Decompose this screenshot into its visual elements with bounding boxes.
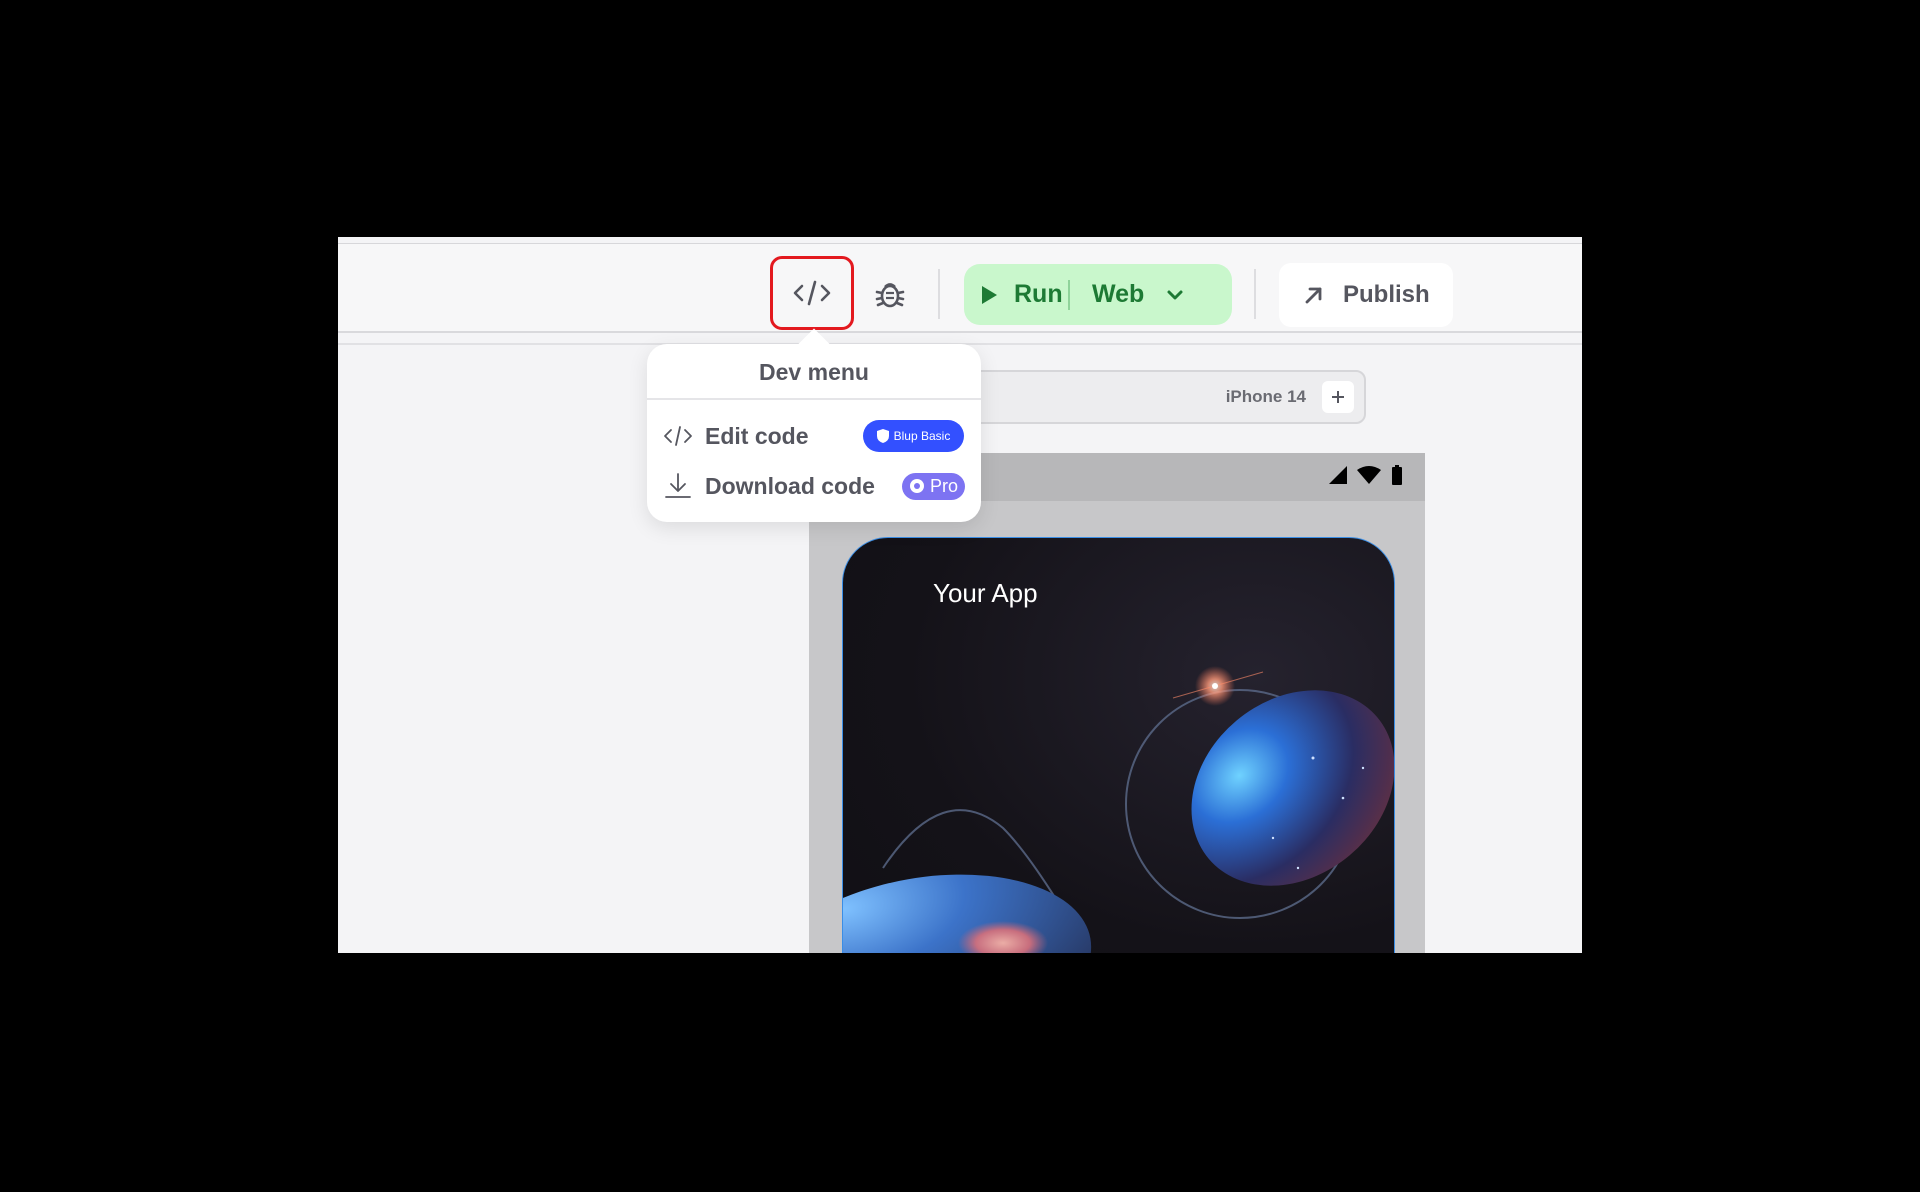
code-icon — [664, 426, 692, 446]
run-label: Run — [1014, 280, 1063, 308]
wifi-icon — [1357, 466, 1381, 484]
publish-button[interactable]: Publish — [1279, 263, 1453, 327]
app-window: Run Web Publish iPhone 14 Your App Dev m… — [338, 237, 1582, 953]
toolbar-divider — [938, 269, 940, 319]
phone-frame: Your App — [809, 453, 1425, 953]
toolbar-divider — [1254, 269, 1256, 319]
add-device-button[interactable] — [1322, 381, 1354, 413]
platform-select[interactable]: Web — [1070, 264, 1184, 325]
chevron-down-icon — [1166, 289, 1184, 301]
battery-icon — [1392, 465, 1402, 485]
menu-item-edit-code[interactable]: Edit code Blup Basic — [647, 408, 981, 464]
menu-item-label: Download code — [705, 472, 875, 499]
menu-item-download-code[interactable]: Download code Pro — [647, 458, 981, 514]
badge-label: Blup Basic — [893, 429, 951, 443]
code-icon — [793, 280, 831, 306]
download-icon — [665, 473, 691, 498]
pro-diamond-icon — [909, 479, 924, 493]
dev-menu-button[interactable] — [770, 256, 854, 330]
plus-icon — [1332, 391, 1344, 403]
shield-icon — [876, 429, 889, 443]
play-icon — [982, 285, 997, 304]
device-name[interactable]: iPhone 14 — [1226, 387, 1306, 407]
dev-menu-dropdown: Dev menu Edit code Blup Basic Download c… — [647, 328, 981, 522]
space-illustration — [843, 666, 1394, 953]
publish-label: Publish — [1343, 281, 1430, 308]
run-button[interactable]: Run — [964, 264, 1068, 325]
bug-icon — [875, 283, 905, 308]
run-group: Run Web — [964, 264, 1232, 325]
blup-basic-badge: Blup Basic — [863, 420, 964, 452]
top-toolbar: Run Web Publish — [338, 243, 1582, 333]
app-preview-screen[interactable]: Your App — [842, 537, 1395, 953]
signal-icon — [1329, 466, 1347, 484]
pro-badge: Pro — [902, 472, 965, 500]
arrow-up-right-icon — [1305, 287, 1322, 304]
platform-label: Web — [1092, 280, 1145, 308]
dev-menu-title: Dev menu — [759, 359, 869, 385]
dev-menu-divider — [647, 398, 981, 400]
debug-button[interactable] — [868, 272, 912, 316]
dropdown-caret — [798, 328, 830, 360]
badge-label: Pro — [929, 475, 958, 496]
app-title: Your App — [933, 578, 1038, 608]
menu-item-label: Edit code — [705, 422, 809, 449]
